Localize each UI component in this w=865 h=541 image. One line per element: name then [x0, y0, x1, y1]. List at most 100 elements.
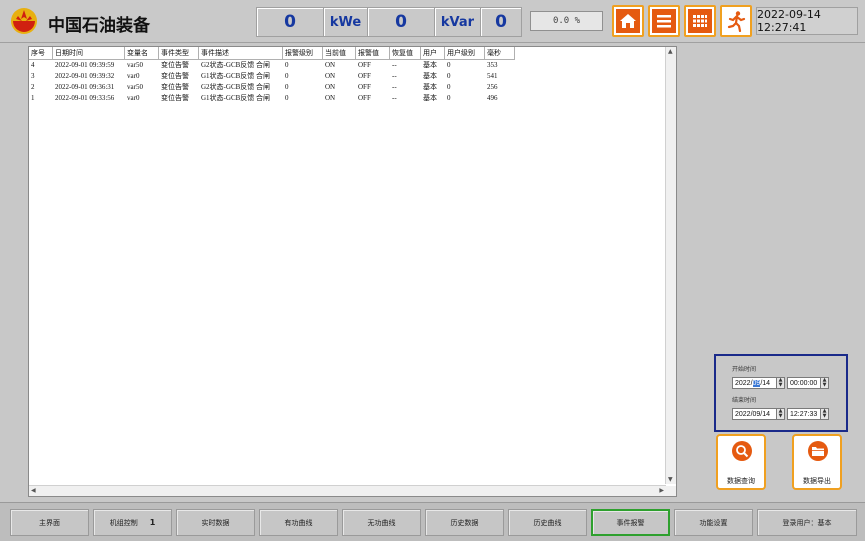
scroll-down-icon[interactable]: ▼	[668, 476, 673, 483]
col-datetime-cell: 2022-09-01 09:39:32	[55, 72, 115, 80]
home-icon	[620, 14, 636, 28]
nav-label: 功能设置	[699, 518, 728, 527]
col-event-type-cell: 变位告警	[161, 61, 189, 69]
data-export-label: 数据导出	[803, 477, 831, 485]
col-user-level-cell: 0	[447, 83, 451, 91]
nav-label: 主界面	[39, 518, 60, 527]
nav-history-data[interactable]: 历史数据	[425, 509, 504, 536]
col-user-level-header[interactable]: 用户级别	[445, 47, 485, 59]
col-datetime-cell: 2022-09-01 09:36:31	[55, 83, 115, 91]
start-time-stepper[interactable]: ▲ ▼	[820, 377, 829, 389]
percent-indicator: 0.0 %	[530, 11, 603, 31]
col-current-value-header[interactable]: 当前值	[323, 47, 356, 59]
scroll-left-icon[interactable]: ◀	[31, 487, 36, 494]
col-alarm-value-cell: OFF	[358, 72, 371, 80]
col-event-type-header[interactable]: 事件类型	[159, 47, 199, 59]
nav-label: 事件报警	[616, 518, 645, 527]
reactive-power-value: 0	[367, 7, 435, 37]
col-seq-header[interactable]: 序号	[29, 47, 53, 59]
nav-history-curve[interactable]: 历史曲线	[508, 509, 587, 536]
scroll-up-icon[interactable]: ▲	[668, 48, 673, 55]
active-power-value: 0	[256, 7, 324, 37]
col-restore-value-cell: --	[392, 61, 397, 69]
home-button[interactable]	[612, 5, 644, 37]
top-bar: 中国石油装备 0 kWe 0 kVar 0 0.0 % 2022-09-14 1…	[0, 0, 865, 43]
menu-button[interactable]	[648, 5, 680, 37]
col-event-desc-cell: G2状态-GCB反馈 合闸	[201, 61, 271, 69]
col-varname-cell: var0	[127, 94, 140, 102]
vertical-scrollbar[interactable]: ▲ ▼	[665, 47, 676, 484]
nav-reactive-power-curve[interactable]: 无功曲线	[342, 509, 421, 536]
table-row[interactable]: 1 2022-09-01 09:33:56 var0 变位告警 G1状态-GCB反馈 合…	[29, 93, 515, 104]
nav-realtime-data[interactable]: 实时数据	[176, 509, 255, 536]
nav-label: 无功曲线	[367, 518, 396, 527]
datetime-display: 2022-09-14 12:27:41	[756, 7, 858, 35]
data-query-label: 数据查询	[727, 477, 755, 485]
end-date-stepper[interactable]: ▲ ▼	[776, 408, 785, 420]
col-alarm-value-cell: OFF	[358, 83, 371, 91]
nav-label: 有功曲线	[284, 518, 313, 527]
col-ms-header[interactable]: 毫秒	[485, 47, 515, 59]
menu-icon	[657, 15, 671, 28]
end-time-field[interactable]: 12:27:33	[787, 408, 821, 420]
col-seq-cell: 3	[31, 72, 35, 80]
col-user-level-cell: 0	[447, 61, 451, 69]
nav-label: 实时数据	[201, 518, 230, 527]
grid-icon	[693, 15, 707, 27]
horizontal-scrollbar[interactable]: ◀ ▶	[29, 485, 666, 496]
nav-active-power-curve[interactable]: 有功曲线	[259, 509, 338, 536]
col-alarm-value-cell: OFF	[358, 94, 371, 102]
col-current-value-cell: ON	[325, 83, 336, 91]
col-alarm-value-header[interactable]: 报警值	[356, 47, 390, 59]
start-date-stepper[interactable]: ▲ ▼	[776, 377, 785, 389]
start-time-label: 开始时间	[732, 366, 757, 373]
col-event-type-cell: 变位告警	[161, 72, 189, 80]
end-date-field[interactable]: 2022/09/14	[732, 408, 777, 420]
data-query-button[interactable]: 数据查询	[716, 434, 766, 490]
table-row[interactable]: 3 2022-09-01 09:39:32 var0 变位告警 G1状态-GCB反馈 合…	[29, 71, 515, 82]
nav-badge: 1	[149, 518, 156, 527]
col-datetime-header[interactable]: 日期时间	[53, 47, 125, 59]
col-user-cell: 基本	[423, 72, 437, 80]
col-user-level-cell: 0	[447, 72, 451, 80]
col-alarm-level-cell: 0	[285, 72, 289, 80]
exit-button[interactable]	[720, 5, 752, 37]
col-user-header[interactable]: 用户	[421, 47, 445, 59]
col-restore-value-cell: --	[392, 72, 397, 80]
col-alarm-level-header[interactable]: 报警级别	[283, 47, 323, 59]
grid-button[interactable]	[684, 5, 716, 37]
col-alarm-level-cell: 0	[285, 94, 289, 102]
active-power-unit: kWe	[323, 7, 368, 37]
start-date-field[interactable]: 2022/09/14	[732, 377, 777, 389]
nav-login-user[interactable]: 登录用户：基本	[757, 509, 857, 536]
folder-icon	[808, 441, 828, 461]
col-current-value-cell: ON	[325, 61, 336, 69]
bottom-nav: 主界面 机组控制 1 实时数据 有功曲线 无功曲线 历史数据 历史曲线 事件报警 …	[0, 502, 865, 541]
col-alarm-level-cell: 0	[285, 61, 289, 69]
col-ms-cell: 256	[487, 83, 498, 91]
col-varname-cell: var50	[127, 61, 143, 69]
end-time-stepper[interactable]: ▲ ▼	[820, 408, 829, 420]
table-row[interactable]: 2 2022-09-01 09:36:31 var50 变位告警 G2状态-GCB反馈 …	[29, 82, 515, 93]
col-ms-cell: 496	[487, 94, 498, 102]
col-seq-cell: 1	[31, 94, 35, 102]
col-user-level-cell: 0	[447, 94, 451, 102]
scroll-right-icon[interactable]: ▶	[659, 487, 664, 494]
app-title: 中国石油装备	[48, 16, 150, 36]
col-restore-value-header[interactable]: 恢复值	[390, 47, 421, 59]
col-seq-cell: 4	[31, 61, 35, 69]
col-varname-header[interactable]: 变量名	[125, 47, 159, 59]
col-event-desc-cell: G2状态-GCB反馈 合闸	[201, 83, 271, 91]
col-event-desc-header[interactable]: 事件描述	[199, 47, 283, 59]
nav-function-settings[interactable]: 功能设置	[674, 509, 753, 536]
date-filter-panel: 开始时间 2022/09/14 ▲ ▼ 00:00:00 ▲ ▼ 结束时间 2022…	[714, 354, 848, 432]
nav-label: 历史数据	[450, 518, 479, 527]
nav-event-alarm[interactable]: 事件报警	[591, 509, 670, 536]
nav-unit-control[interactable]: 机组控制 1	[93, 509, 172, 536]
data-export-button[interactable]: 数据导出	[792, 434, 842, 490]
table-row[interactable]: 4 2022-09-01 09:39:59 var50 变位告警 G2状态-GCB反馈 …	[29, 60, 515, 71]
col-event-desc-cell: G1状态-GCB反馈 合闸	[201, 72, 271, 80]
start-time-field[interactable]: 00:00:00	[787, 377, 821, 389]
nav-main[interactable]: 主界面	[10, 509, 89, 536]
col-user-cell: 基本	[423, 83, 437, 91]
